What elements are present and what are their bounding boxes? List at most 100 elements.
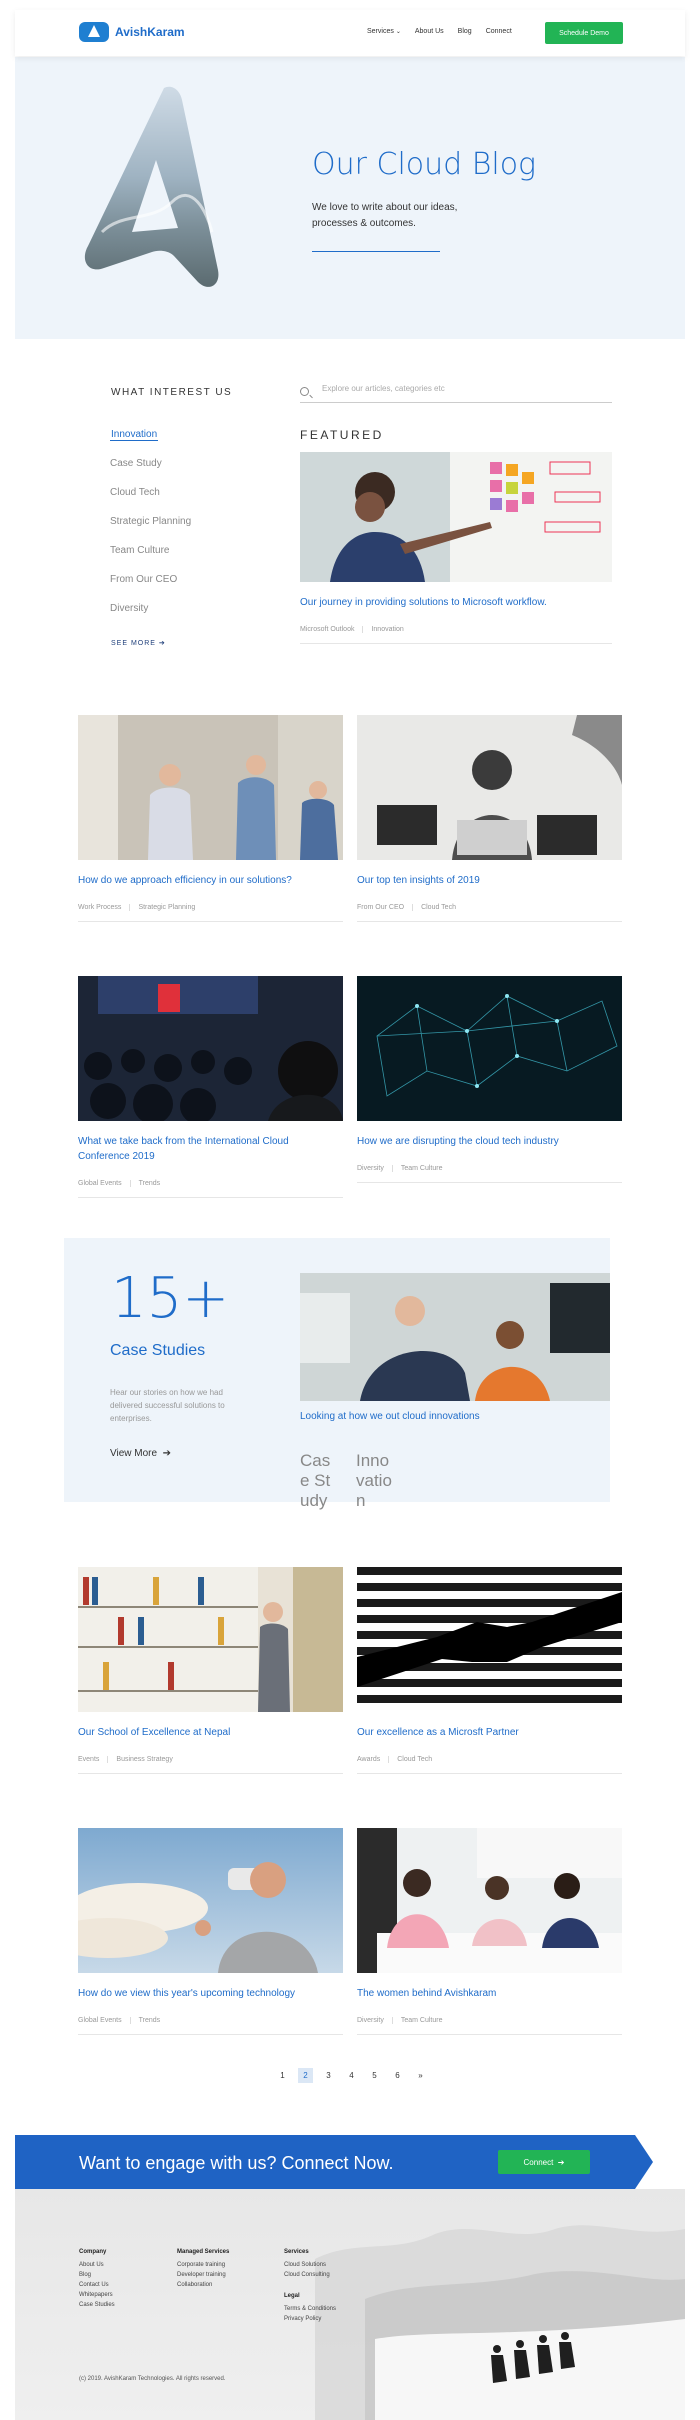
page-link[interactable]: 5 xyxy=(367,2068,382,2083)
featured-post-card[interactable]: Our journey in providing solutions to Mi… xyxy=(300,452,612,644)
footer-link[interactable]: Terms & Conditions xyxy=(284,2304,336,2314)
post-card[interactable]: What we take back from the International… xyxy=(78,976,343,1198)
post-image xyxy=(78,1567,343,1712)
footer-link[interactable]: Case Studies xyxy=(79,2300,115,2310)
hero-banner: Our Cloud Blog We love to write about ou… xyxy=(15,57,685,339)
post-title[interactable]: Our top ten insights of 2019 xyxy=(357,873,622,888)
tag[interactable]: From Our CEO xyxy=(357,904,414,911)
category-innovation[interactable]: Innovation xyxy=(110,425,191,454)
page-link[interactable]: 3 xyxy=(321,2068,336,2083)
footer-link[interactable]: Corporate training xyxy=(177,2260,229,2270)
connect-button[interactable]: Connect ➔ xyxy=(498,2150,590,2174)
search-icon xyxy=(300,387,309,396)
footer-link[interactable]: Cloud Solutions xyxy=(284,2260,336,2270)
page-link-current[interactable]: 2 xyxy=(298,2068,313,2083)
footer-link[interactable]: Contact Us xyxy=(79,2280,115,2290)
see-more-link[interactable]: SEE MORE ➔ xyxy=(111,639,166,647)
footer-link[interactable]: Cloud Consulting xyxy=(284,2270,336,2280)
post-card[interactable]: How we are disrupting the cloud tech ind… xyxy=(357,976,622,1183)
nav-connect[interactable]: Connect xyxy=(486,28,512,35)
tag[interactable]: Trends xyxy=(139,1180,169,1187)
post-tags: Microsoft Outlook Innovation xyxy=(300,626,612,644)
category-list: Innovation Case Study Cloud Tech Strateg… xyxy=(110,425,191,628)
tag[interactable]: Work Process xyxy=(78,904,131,911)
post-image xyxy=(78,1828,343,1973)
tag[interactable]: Diversity xyxy=(357,1165,393,1172)
post-image xyxy=(78,715,343,860)
category-from-our-ceo[interactable]: From Our CEO xyxy=(110,570,191,599)
post-title[interactable]: How do we approach efficiency in our sol… xyxy=(78,873,343,888)
post-card[interactable]: The women behind Avishkaram Diversity Te… xyxy=(357,1828,622,2035)
tag[interactable]: Case Study xyxy=(300,1451,338,1511)
search-bar xyxy=(300,383,612,403)
post-card[interactable]: How do we approach efficiency in our sol… xyxy=(78,715,343,922)
case-study-title[interactable]: Looking at how we out cloud innovations xyxy=(300,1411,610,1422)
category-team-culture[interactable]: Team Culture xyxy=(110,541,191,570)
footer-link[interactable]: About Us xyxy=(79,2260,115,2270)
page-link[interactable]: 4 xyxy=(344,2068,359,2083)
tag[interactable]: Team Culture xyxy=(401,1165,451,1172)
tag[interactable]: Business Strategy xyxy=(116,1756,180,1763)
footer-link[interactable]: Privacy Policy xyxy=(284,2314,336,2324)
main-nav: Services ⌄ About Us Blog Connect xyxy=(367,28,512,35)
nav-services[interactable]: Services ⌄ xyxy=(367,28,401,35)
post-image xyxy=(357,976,622,1121)
tag[interactable]: Strategic Planning xyxy=(138,904,203,911)
footer-company-column: Company About Us Blog Contact Us Whitepa… xyxy=(79,2247,115,2310)
schedule-demo-button[interactable]: Schedule Demo xyxy=(545,22,623,44)
view-more-label: View More xyxy=(110,1448,158,1459)
tag[interactable]: Global Events xyxy=(78,2017,131,2024)
footer-link[interactable]: Developer training xyxy=(177,2270,229,2280)
connect-banner: Want to engage with us? Connect Now. Con… xyxy=(15,2135,635,2189)
divider xyxy=(312,251,440,252)
tag[interactable]: Global Events xyxy=(78,1180,131,1187)
tag[interactable]: Innovation xyxy=(371,626,411,633)
tag[interactable]: Diversity xyxy=(357,2017,393,2024)
tag[interactable]: Innovation xyxy=(356,1451,394,1511)
footer-link[interactable]: Collaboration xyxy=(177,2280,229,2290)
post-image xyxy=(357,715,622,860)
post-card[interactable]: How do we view this year's upcoming tech… xyxy=(78,1828,343,2035)
tag[interactable]: Cloud Tech xyxy=(397,1756,440,1763)
category-strategic-planning[interactable]: Strategic Planning xyxy=(110,512,191,541)
page-subtitle: We love to write about our ideas, proces… xyxy=(312,202,458,229)
case-studies-description: Hear our stories on how we had delivered… xyxy=(110,1388,225,1423)
tag[interactable]: Cloud Tech xyxy=(421,904,464,911)
post-title[interactable]: What we take back from the International… xyxy=(78,1134,343,1164)
footer-link[interactable]: Blog xyxy=(79,2270,115,2280)
post-tags: From Our CEO Cloud Tech xyxy=(357,904,622,922)
page-link[interactable]: 6 xyxy=(390,2068,405,2083)
tag[interactable]: Trends xyxy=(139,2017,169,2024)
brand-logo[interactable]: AvishKaram xyxy=(79,22,185,42)
post-title[interactable]: Our excellence as a Microsft Partner xyxy=(357,1725,622,1740)
post-title[interactable]: How we are disrupting the cloud tech ind… xyxy=(357,1134,622,1149)
nav-about[interactable]: About Us xyxy=(415,28,444,35)
tag[interactable]: Microsoft Outlook xyxy=(300,626,364,633)
tag[interactable]: Events xyxy=(78,1756,109,1763)
page-link[interactable]: 1 xyxy=(275,2068,290,2083)
footer-heading: Company xyxy=(79,2249,107,2255)
post-title[interactable]: The women behind Avishkaram xyxy=(357,1986,622,2001)
post-card[interactable]: Our School of Excellence at Nepal Events… xyxy=(78,1567,343,1774)
category-cloud-tech[interactable]: Cloud Tech xyxy=(110,483,191,512)
footer-managed-column: Managed Services Corporate training Deve… xyxy=(177,2247,229,2290)
nav-blog[interactable]: Blog xyxy=(458,28,472,35)
post-card[interactable]: Our top ten insights of 2019 From Our CE… xyxy=(357,715,622,922)
tag[interactable]: Team Culture xyxy=(401,2017,451,2024)
search-input[interactable] xyxy=(322,384,602,393)
next-page-icon[interactable]: » xyxy=(413,2068,428,2083)
post-card[interactable]: Our excellence as a Microsft Partner Awa… xyxy=(357,1567,622,1774)
post-tags: Global Events Trends xyxy=(78,2017,343,2035)
post-title[interactable]: How do we view this year's upcoming tech… xyxy=(78,1986,343,2001)
category-diversity[interactable]: Diversity xyxy=(110,599,191,628)
case-study-card[interactable]: Looking at how we out cloud innovations … xyxy=(300,1273,610,1510)
post-tags: Awards Cloud Tech xyxy=(357,1756,622,1774)
copyright: (c) 2019. AvishKaram Technologies. All r… xyxy=(79,2376,226,2382)
category-case-study[interactable]: Case Study xyxy=(110,454,191,483)
post-title[interactable]: Our School of Excellence at Nepal xyxy=(78,1725,343,1740)
featured-post-title[interactable]: Our journey in providing solutions to Mi… xyxy=(300,595,612,610)
view-more-link[interactable]: View More ➔ xyxy=(110,1448,171,1459)
footer-heading: Services xyxy=(284,2249,309,2255)
tag[interactable]: Awards xyxy=(357,1756,390,1763)
footer-link[interactable]: Whitepapers xyxy=(79,2290,115,2300)
